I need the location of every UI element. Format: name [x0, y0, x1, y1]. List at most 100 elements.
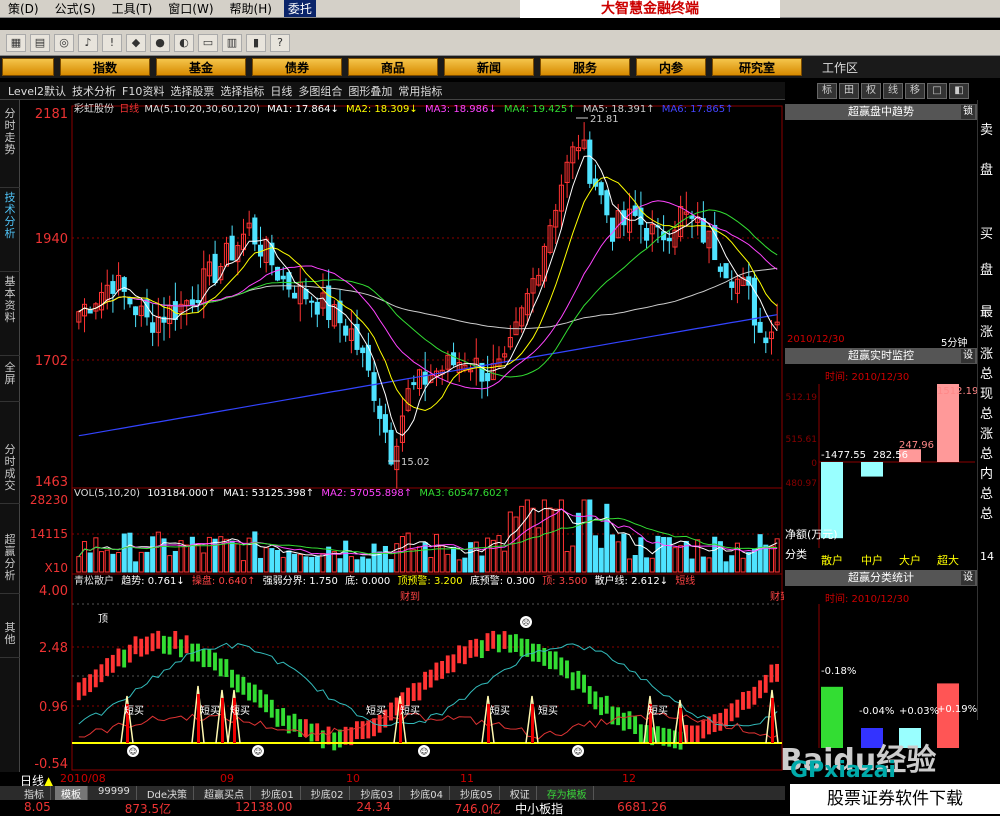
toolbar-window-icon[interactable]: ▭: [198, 33, 218, 52]
tab-daily[interactable]: 日线: [270, 83, 292, 99]
toolbar-chart-icon[interactable]: ▦: [6, 33, 26, 52]
menu-formula[interactable]: 公式(S): [47, 0, 104, 17]
menu-window[interactable]: 窗口(W): [160, 0, 221, 17]
tab-f10[interactable]: F10资料: [122, 83, 164, 99]
tab-multi-chart[interactable]: 多图组合: [298, 83, 342, 99]
volume-tick: X10: [45, 561, 69, 575]
volume-bar: [93, 537, 99, 573]
indicator-bar: [110, 654, 115, 673]
toolbar-alert-icon[interactable]: !: [102, 33, 122, 52]
side-label: 涨: [980, 427, 994, 442]
tool-mark[interactable]: 标: [817, 83, 837, 99]
vtab-fullscreen[interactable]: 全屏: [0, 362, 20, 402]
menu-help[interactable]: 帮助(H): [222, 0, 280, 17]
toolbar-grid-icon[interactable]: ▥: [222, 33, 242, 52]
indicator-histogram: [76, 630, 779, 751]
tool-box[interactable]: □: [927, 83, 947, 99]
toolbar-diamond-icon[interactable]: ◆: [126, 33, 146, 52]
toolbar-bell-icon[interactable]: ♪: [78, 33, 98, 52]
indicator-tick: -0.54: [34, 757, 68, 772]
monitor-tick: 515.61: [786, 435, 818, 445]
volume-bar: [706, 557, 712, 573]
btab-template[interactable]: 模板: [55, 786, 88, 801]
btab-dde[interactable]: Dde决策: [141, 786, 195, 801]
nav-button-bond[interactable]: 债券: [252, 58, 342, 76]
volume-bar: [649, 557, 655, 573]
indicator-bar: [275, 708, 280, 727]
nav-button-insider[interactable]: 内参: [636, 58, 706, 76]
price-tick: 1702: [35, 354, 68, 369]
menu-tools[interactable]: 工具(T): [104, 0, 161, 17]
lock-button[interactable]: 锁: [961, 105, 975, 119]
indicator-trend: 趋势: 0.761↓: [121, 574, 185, 587]
toolbar-help-icon[interactable]: ?: [270, 33, 290, 52]
signal-label: 短买: [538, 704, 558, 717]
analysis-tab-row: Level2默认 技术分析 F10资料 选择股票 选择指标 日线 多图组合 图形…: [0, 82, 785, 100]
indicator-bar: [417, 682, 422, 701]
volume-bar: [110, 553, 116, 573]
side-label: 盘: [980, 263, 994, 278]
tab-common-indicator[interactable]: 常用指标: [398, 83, 442, 99]
toolbar-coin-icon[interactable]: ●: [150, 33, 170, 52]
nav-button-service[interactable]: 服务: [540, 58, 630, 76]
candle-body: [343, 325, 349, 336]
btab-99999[interactable]: 99999: [92, 786, 137, 800]
btab-bottom05[interactable]: 抄底05: [454, 786, 500, 801]
toolbar-globe-icon[interactable]: ◐: [174, 33, 194, 52]
nav-button-prev[interactable]: [2, 58, 54, 76]
indicator-bar: [303, 719, 308, 738]
volume-bar: [615, 541, 621, 573]
menu-strategy[interactable]: 策(D): [0, 0, 47, 17]
toolbar-list-icon[interactable]: ▤: [30, 33, 50, 52]
buy-spike-bar: [531, 704, 534, 743]
nav-button-commodity[interactable]: 商品: [348, 58, 438, 76]
btab-buy-point[interactable]: 超赢买点: [198, 786, 252, 801]
stat-settings-button[interactable]: 设: [961, 571, 975, 585]
tool-grid[interactable]: 田: [839, 83, 859, 99]
btab-bottom02[interactable]: 抄底02: [305, 786, 351, 801]
tab-select-indicator[interactable]: 选择指标: [220, 83, 264, 99]
vtab-super-analysis[interactable]: 超赢分析: [0, 534, 20, 594]
btab-warrant[interactable]: 权证: [504, 786, 537, 801]
workarea-label[interactable]: 工作区: [822, 59, 858, 76]
volume-bar: [81, 541, 88, 573]
nav-button-news[interactable]: 新闻: [444, 58, 534, 76]
btab-bottom01[interactable]: 抄底01: [255, 786, 301, 801]
indicator-bar: [604, 695, 609, 714]
vtab-fundamentals[interactable]: 基本资料: [0, 276, 20, 356]
btab-save-template[interactable]: 存为模板: [541, 786, 594, 801]
vtab-intraday[interactable]: 分时走势: [0, 108, 20, 188]
monitor-settings-button[interactable]: 设: [961, 349, 975, 363]
toolbar-bars-icon[interactable]: ▮: [246, 33, 266, 52]
btab-bottom03[interactable]: 抄底03: [354, 786, 401, 801]
tab-select-stock[interactable]: 选择股票: [170, 83, 214, 99]
tab-tech-analysis[interactable]: 技术分析: [72, 83, 116, 99]
toolbar-binoculars-icon[interactable]: ◎: [54, 33, 74, 52]
indicator-bar: [519, 638, 524, 657]
tool-move[interactable]: 移: [905, 83, 925, 99]
stat-panel-header: 超赢分类统计 设: [785, 570, 977, 586]
nav-button-index[interactable]: 指数: [60, 58, 150, 76]
menu-trade[interactable]: 委托: [283, 0, 316, 17]
tool-panel[interactable]: ◧: [949, 83, 969, 99]
nav-button-fund[interactable]: 基金: [156, 58, 246, 76]
tab-overlay[interactable]: 图形叠加: [348, 83, 392, 99]
vtab-tech-analysis[interactable]: 技术分析: [0, 192, 20, 272]
nav-button-research[interactable]: 研究室: [712, 58, 802, 76]
btab-bottom04[interactable]: 抄底04: [404, 786, 450, 801]
tool-line[interactable]: 线: [883, 83, 903, 99]
high-price-label: 21.81: [590, 114, 619, 125]
candle-body: [360, 347, 366, 354]
btab-indicator[interactable]: 指标: [18, 786, 51, 801]
right-panel: 超赢盘中趋势 锁 2010/12/30 5分钟 超赢实时监控 设 时间: 201…: [785, 100, 977, 800]
vtab-other[interactable]: 其他: [0, 622, 20, 658]
volume-bar: [445, 553, 451, 573]
vtab-trades[interactable]: 分时成交: [0, 444, 20, 504]
tool-right[interactable]: 权: [861, 83, 881, 99]
candle-body: [382, 414, 388, 433]
candle-body: [280, 275, 286, 280]
candle-body: [604, 190, 610, 216]
tab-level2[interactable]: Level2默认: [8, 83, 66, 99]
main-chart[interactable]: 2181 1940 1702 1463 28230 14115 X10 4.00…: [20, 100, 784, 772]
volume-bar: [570, 545, 576, 573]
